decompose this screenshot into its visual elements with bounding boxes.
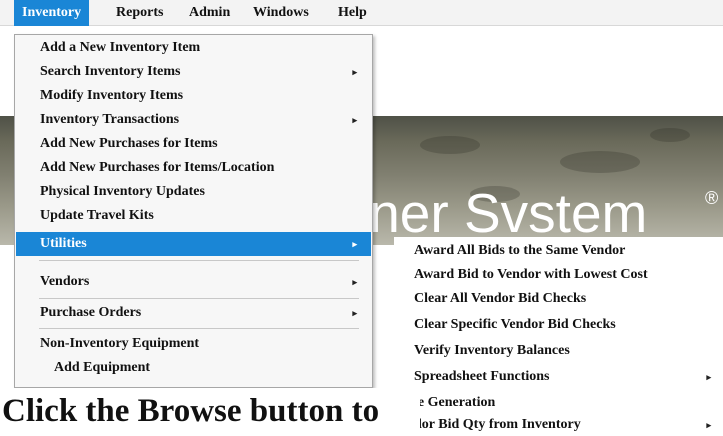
menu-bar: Inventory Reports Admin Windows Help — [0, 0, 723, 26]
menu-item-label: Modify Inventory Items — [40, 88, 184, 103]
submenu-item-spreadsheet-functions[interactable]: Spreadsheet Functions ▸ — [394, 365, 723, 389]
menu-item-label: Inventory Transactions — [40, 112, 180, 127]
submenu-item-vendor-bid-qty[interactable]: dor Bid Qty from Inventory ▸ — [394, 413, 723, 436]
menu-item-update-travel-kits[interactable]: Update Travel Kits — [16, 204, 371, 228]
submenu-arrow-icon: ▸ — [706, 420, 711, 430]
menu-item-label: Add a New Inventory Item — [40, 40, 201, 55]
menu-windows[interactable]: Windows — [245, 0, 317, 26]
menu-item-add-new-purchases-items-location[interactable]: Add New Purchases for Items/Location — [16, 156, 371, 180]
menu-item-utilities[interactable]: Utilities ▸ — [16, 232, 371, 256]
submenu-item-label: Verify Inventory Balances — [414, 343, 570, 358]
menu-item-label: Utilities — [40, 236, 87, 251]
submenu-item-generation[interactable]: le Generation — [394, 391, 723, 415]
menu-reports[interactable]: Reports — [108, 0, 171, 26]
submenu-item-label: Award Bid to Vendor with Lowest Cost — [414, 267, 648, 282]
registered-mark: ® — [705, 188, 719, 208]
menu-item-label: Physical Inventory Updates — [40, 184, 205, 199]
submenu-item-clear-specific-vendor-bid-checks[interactable]: Clear Specific Vendor Bid Checks — [394, 313, 723, 337]
menu-item-label: Add New Purchases for Items — [40, 136, 218, 151]
submenu-item-label: Clear Specific Vendor Bid Checks — [414, 317, 616, 332]
submenu-item-verify-inventory-balances[interactable]: Verify Inventory Balances — [394, 339, 723, 363]
submenu-item-award-all-bids[interactable]: Award All Bids to the Same Vendor — [394, 239, 723, 263]
submenu-item-label: le Generation — [414, 395, 496, 410]
menu-help[interactable]: Help — [330, 0, 375, 26]
menu-separator — [39, 298, 359, 299]
menu-item-non-inventory-equipment[interactable]: Non-Inventory Equipment — [16, 332, 371, 356]
menu-item-vendors[interactable]: Vendors ▸ — [16, 270, 371, 294]
inventory-dropdown: Add a New Inventory Item Search Inventor… — [14, 34, 373, 388]
menu-separator — [39, 328, 359, 329]
menu-item-label: Vendors — [40, 274, 90, 289]
menu-separator — [39, 260, 359, 261]
submenu-item-label: Award All Bids to the Same Vendor — [414, 243, 626, 258]
submenu-arrow-icon: ▸ — [706, 372, 711, 382]
menu-item-modify-inventory-items[interactable]: Modify Inventory Items — [16, 84, 371, 108]
banner-title: iner Svstem — [357, 182, 648, 244]
submenu-arrow-icon: ▸ — [352, 239, 357, 249]
menu-item-label: Search Inventory Items — [40, 64, 181, 79]
menu-item-add-new-inventory-item[interactable]: Add a New Inventory Item — [16, 36, 371, 60]
submenu-item-clear-all-vendor-bid-checks[interactable]: Clear All Vendor Bid Checks — [394, 287, 723, 311]
menu-item-label: Add New Purchases for Items/Location — [40, 160, 275, 175]
menu-item-add-new-purchases-items[interactable]: Add New Purchases for Items — [16, 132, 371, 156]
menu-item-label: Non-Inventory Equipment — [40, 336, 200, 351]
menu-item-purchase-orders[interactable]: Purchase Orders ▸ — [16, 301, 371, 325]
menu-admin[interactable]: Admin — [181, 0, 238, 26]
utilities-submenu: Award All Bids to the Same Vendor Award … — [394, 237, 723, 436]
submenu-item-label: Spreadsheet Functions — [414, 369, 550, 384]
menu-item-label: Add Equipment — [54, 360, 151, 375]
submenu-item-label: Clear All Vendor Bid Checks — [414, 291, 587, 306]
submenu-arrow-icon: ▸ — [352, 115, 357, 125]
menu-item-search-inventory-items[interactable]: Search Inventory Items ▸ — [16, 60, 371, 84]
menu-item-physical-inventory-updates[interactable]: Physical Inventory Updates — [16, 180, 371, 204]
menu-item-inventory-transactions[interactable]: Inventory Transactions ▸ — [16, 108, 371, 132]
submenu-arrow-icon: ▸ — [352, 277, 357, 287]
submenu-item-label: dor Bid Qty from Inventory — [414, 417, 581, 432]
submenu-item-award-bid-lowest-cost[interactable]: Award Bid to Vendor with Lowest Cost — [394, 263, 723, 287]
submenu-arrow-icon: ▸ — [352, 67, 357, 77]
menu-item-label: Update Travel Kits — [40, 208, 154, 223]
instruction-text: Click the Browse button to — [0, 388, 420, 436]
menu-item-add-equipment[interactable]: Add Equipment — [16, 356, 371, 380]
menu-item-label: Purchase Orders — [40, 305, 142, 320]
menu-inventory[interactable]: Inventory — [14, 0, 90, 26]
submenu-arrow-icon: ▸ — [352, 308, 357, 318]
